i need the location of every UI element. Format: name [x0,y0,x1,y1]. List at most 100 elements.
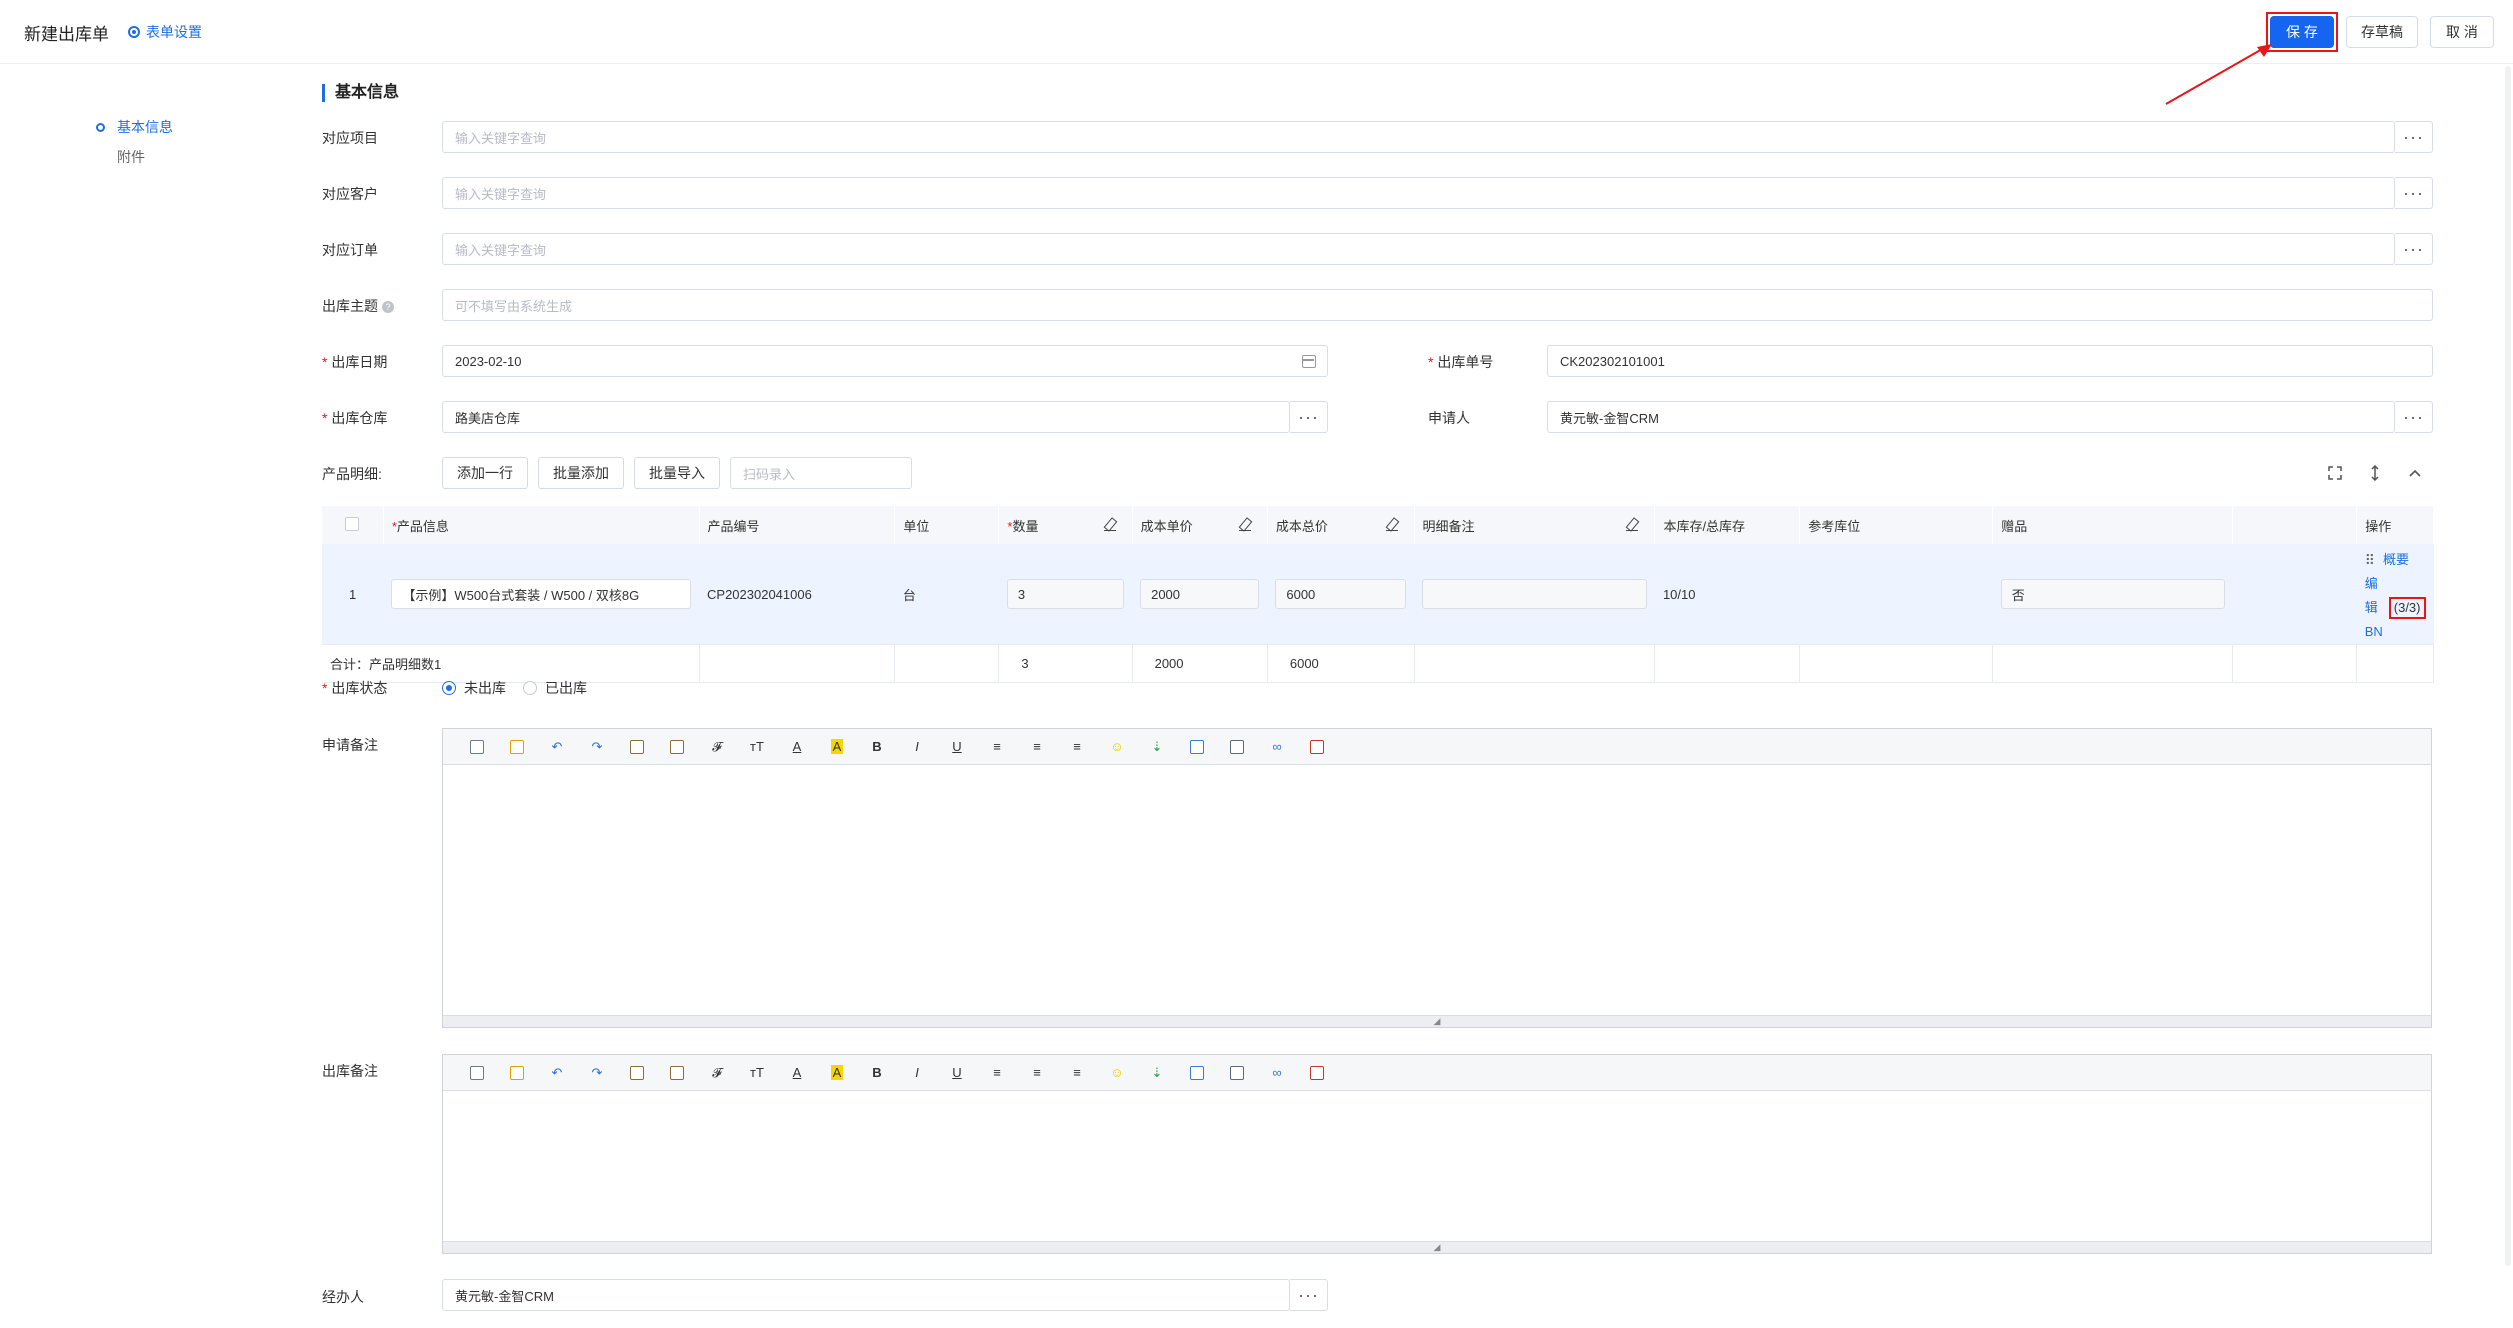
collapse-icon[interactable] [2407,465,2423,481]
nav-item-basic-info[interactable]: 基本信息 [96,112,173,142]
source-icon[interactable] [457,735,497,759]
expand-rows-icon[interactable] [2367,465,2383,481]
date-label: 出库日期 [322,352,387,372]
align-center-icon[interactable]: ≡ [1017,1061,1057,1085]
clear-format-icon[interactable]: 𝓕 [697,1061,737,1085]
nav-item-attachments[interactable]: 附件 [96,142,173,172]
paste-text-icon[interactable] [657,1061,697,1085]
order-more-button[interactable]: ··· [2395,233,2433,265]
emoji-icon[interactable]: ☺ [1097,1061,1137,1085]
calendar-icon[interactable] [1302,355,1316,368]
paste-icon[interactable] [617,735,657,759]
font-color-icon[interactable]: A [777,1061,817,1085]
customer-input[interactable]: 输入关键字查询 [442,177,2395,209]
align-right-icon[interactable]: ≡ [1057,1061,1097,1085]
subject-input[interactable]: 可不填写由系统生成 [442,289,2433,321]
note-input[interactable] [1422,579,1647,609]
customer-more-button[interactable]: ··· [2395,177,2433,209]
spacer-cell [2232,544,2357,645]
status-radio-out[interactable]: 已出库 [523,678,587,698]
bg-color-icon[interactable]: A [817,1061,857,1085]
align-left-icon[interactable]: ≡ [977,735,1017,759]
unlink-icon[interactable] [1297,735,1337,759]
price-input[interactable]: 2000 [1140,579,1260,609]
total-input[interactable]: 6000 [1275,579,1406,609]
number-input[interactable]: CK202302101001 [1547,345,2433,377]
select-all-checkbox[interactable] [345,516,360,531]
col-qty: *数量 [998,506,1133,544]
applicant-more-button[interactable]: ··· [2395,401,2433,433]
edit-note-icon[interactable] [1626,519,1639,531]
total-cell: 6000 [1267,544,1414,645]
paste-icon[interactable] [617,1061,657,1085]
scan-input[interactable]: 扫码录入 [730,457,912,489]
batch-import-button[interactable]: 批量导入 [634,457,720,489]
undo-icon[interactable]: ↶ [537,735,577,759]
cancel-button[interactable]: 取 消 [2430,16,2494,48]
apply-note-editor[interactable]: ↶ ↷ 𝓕тT A A B I U ≡ ≡ ≡ ☺ ⇣ ∞ ◢ [442,728,2432,1028]
save-draft-button[interactable]: 存草稿 [2346,16,2418,48]
date-input[interactable]: 2023-02-10 [442,345,1328,377]
form-settings-link[interactable]: 表单设置 [128,22,202,42]
font-size-icon[interactable]: тT [737,735,777,759]
project-input[interactable]: 输入关键字查询 [442,121,2395,153]
source-icon[interactable] [457,1061,497,1085]
italic-icon[interactable]: I [897,735,937,759]
link-icon[interactable]: ∞ [1257,735,1297,759]
help-icon[interactable]: ? [382,301,394,314]
italic-icon[interactable]: I [897,1061,937,1085]
paste-text-icon[interactable] [657,735,697,759]
clear-format-icon[interactable]: 𝓕 [697,735,737,759]
insert-icon[interactable]: ⇣ [1137,1061,1177,1085]
handler-more-button[interactable]: ··· [1290,1279,1328,1311]
summary-empty [1414,644,1656,683]
gift-select[interactable]: 否 [2000,579,2225,609]
redo-icon[interactable]: ↷ [577,1061,617,1085]
editor-resize-handle[interactable]: ◢ [443,1241,2431,1253]
summary-link[interactable]: 概要 [2383,548,2409,572]
handler-input[interactable]: 黄元敏-金智CRM [442,1279,1290,1311]
edit-bn-link[interactable]: 编辑BN [2365,572,2383,644]
align-right-icon[interactable]: ≡ [1057,735,1097,759]
page-scrollbar[interactable] [2505,66,2511,1266]
align-center-icon[interactable]: ≡ [1017,735,1057,759]
warehouse-input[interactable]: 路美店仓库 [442,401,1290,433]
edit-qty-icon[interactable] [1103,519,1116,531]
emoji-icon[interactable]: ☺ [1097,735,1137,759]
table-icon[interactable] [1177,735,1217,759]
link-icon[interactable]: ∞ [1257,1061,1297,1085]
font-color-icon[interactable]: A [777,735,817,759]
template-icon[interactable] [497,1061,537,1085]
drag-handle-icon[interactable]: ⠿ [2365,548,2375,572]
underline-icon[interactable]: U [937,1061,977,1085]
underline-icon[interactable]: U [937,735,977,759]
product-input[interactable]: 【示例】W500台式套装 / W500 / 双核8G [391,579,692,609]
table-icon[interactable] [1177,1061,1217,1085]
out-note-editor[interactable]: ↶ ↷ 𝓕тT A A B I U ≡ ≡ ≡ ☺ ⇣ ∞ ◢ [442,1054,2432,1254]
image-icon[interactable] [1217,735,1257,759]
undo-icon[interactable]: ↶ [537,1061,577,1085]
redo-icon[interactable]: ↷ [577,735,617,759]
edit-total-icon[interactable] [1385,519,1398,531]
font-size-icon[interactable]: тT [737,1061,777,1085]
bg-color-icon[interactable]: A [817,735,857,759]
status-radio-not-out[interactable]: 未出库 [442,678,506,698]
bold-icon[interactable]: B [857,735,897,759]
warehouse-more-button[interactable]: ··· [1290,401,1328,433]
applicant-input[interactable]: 黄元敏-金智CRM [1547,401,2395,433]
bold-icon[interactable]: B [857,1061,897,1085]
template-icon[interactable] [497,735,537,759]
unlink-icon[interactable] [1297,1061,1337,1085]
fullscreen-icon[interactable] [2327,465,2343,481]
qty-cell: 3 [998,544,1133,645]
order-input[interactable]: 输入关键字查询 [442,233,2395,265]
align-left-icon[interactable]: ≡ [977,1061,1017,1085]
project-more-button[interactable]: ··· [2395,121,2433,153]
insert-icon[interactable]: ⇣ [1137,735,1177,759]
qty-input[interactable]: 3 [1006,579,1125,609]
editor-resize-handle[interactable]: ◢ [443,1015,2431,1027]
batch-add-button[interactable]: 批量添加 [538,457,624,489]
image-icon[interactable] [1217,1061,1257,1085]
edit-price-icon[interactable] [1238,519,1251,531]
add-row-button[interactable]: 添加一行 [442,457,528,489]
